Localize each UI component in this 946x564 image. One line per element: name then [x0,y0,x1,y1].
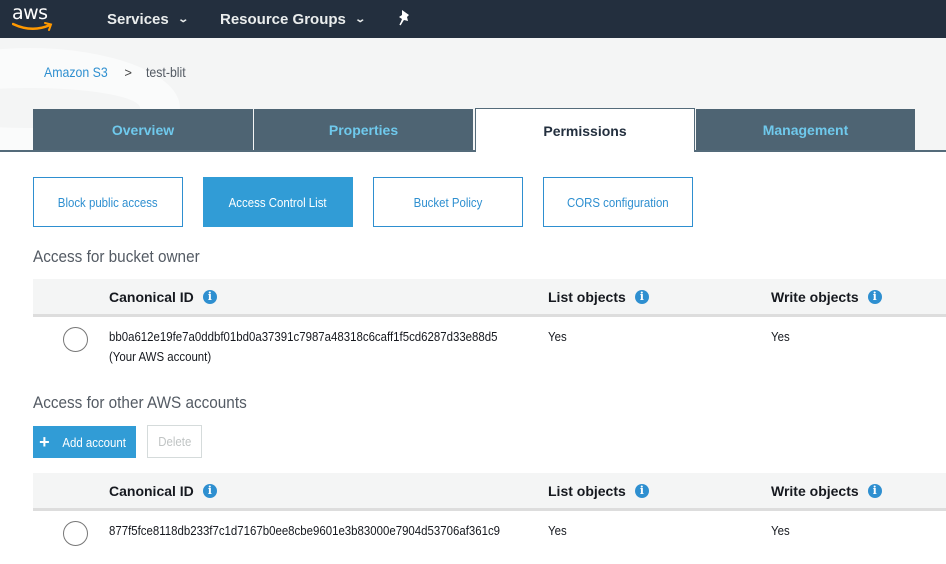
plus-icon: + [39,432,50,452]
column-label: Write objects [771,288,859,305]
column-header-canonical-id: Canonical ID i [109,473,217,508]
info-icon[interactable]: i [867,289,882,304]
row-select-radio[interactable] [63,327,88,352]
section-title-other-accounts: Access for other AWS accounts [33,393,247,412]
column-header-write-objects: Write objects i [771,473,882,508]
tab-permissions[interactable]: Permissions [475,108,695,152]
info-icon[interactable]: i [634,483,649,498]
pushpin-icon[interactable] [397,9,413,27]
chevron-down-icon: ⌄ [354,13,366,25]
info-icon[interactable]: i [867,483,882,498]
subtab-cors-configuration[interactable]: CORS configuration [543,177,693,227]
subtab-access-control-list[interactable]: Access Control List [203,177,353,227]
canonical-id-cell: bb0a612e19fe7a0ddbf01bd0a37391c7987a4831… [109,329,498,344]
column-label: List objects [548,482,626,499]
breadcrumb: Amazon S3 > test-blit [44,64,191,80]
resource-groups-menu[interactable]: Resource Groups ⌄ [220,0,366,38]
column-label: Canonical ID [109,482,194,499]
info-icon[interactable]: i [202,483,217,498]
write-objects-cell: Yes [771,523,790,538]
row-select-radio[interactable] [63,521,88,546]
services-menu[interactable]: Services ⌄ [107,0,189,38]
info-icon[interactable]: i [634,289,649,304]
canonical-id-cell: 877f5fce8118db233f7c1d7167b0ee8cbe9601e3… [109,523,501,538]
top-navigation-bar: aws Services ⌄ Resource Groups ⌄ [0,0,946,38]
info-icon[interactable]: i [202,289,217,304]
tab-overview[interactable]: Overview [33,109,254,150]
section-title-bucket-owner: Access for bucket owner [33,247,200,266]
add-account-button[interactable]: + Add account [33,426,136,458]
add-account-label: Add account [61,434,126,450]
list-objects-cell: Yes [548,523,567,538]
subtab-bucket-policy[interactable]: Bucket Policy [373,177,523,227]
write-objects-cell: Yes [771,329,790,344]
other-accounts-table-header: Canonical ID i List objects i Write obje… [33,473,946,511]
subtab-label: CORS configuration [567,194,669,210]
column-label: Canonical ID [109,288,194,305]
delete-label: Delete [157,434,192,449]
subtab-block-public-access[interactable]: Block public access [33,177,183,227]
owner-table-header: Canonical ID i List objects i Write obje… [33,279,946,317]
subtab-label: Block public access [58,194,158,210]
column-header-canonical-id: Canonical ID i [109,279,217,314]
tabs-divider [0,150,946,152]
breadcrumb-amazon-s3[interactable]: Amazon S3 [44,64,108,80]
aws-smile-icon [12,22,53,31]
aws-logo-text: aws [12,2,48,24]
resource-groups-label: Resource Groups [220,10,346,28]
delete-button[interactable]: Delete [147,425,202,458]
column-label: List objects [548,288,626,305]
chevron-down-icon: ⌄ [177,13,189,25]
services-label: Services [107,10,169,28]
aws-logo[interactable]: aws [12,2,56,32]
column-label: Write objects [771,482,859,499]
column-header-write-objects: Write objects i [771,279,882,314]
subtab-label: Bucket Policy [413,194,483,210]
column-header-list-objects: List objects i [548,279,649,314]
subtab-label: Access Control List [229,194,327,210]
breadcrumb-separator: > [124,64,132,80]
tab-management[interactable]: Management [696,109,916,150]
breadcrumb-current-bucket: test-blit [145,64,186,80]
column-header-list-objects: List objects i [548,473,649,508]
tab-properties[interactable]: Properties [254,109,474,150]
list-objects-cell: Yes [548,329,567,344]
account-note: (Your AWS account) [109,349,212,364]
